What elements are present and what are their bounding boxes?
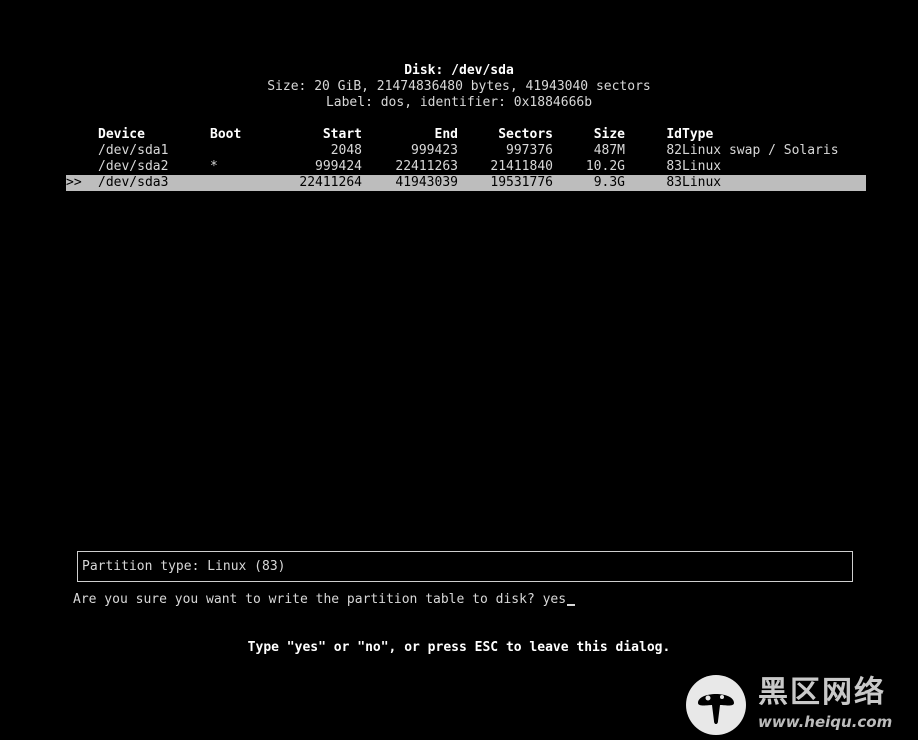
dialog-hint: Type "yes" or "no", or press ESC to leav… xyxy=(247,640,671,655)
write-confirmation-prompt: Are you sure you want to write the parti… xyxy=(73,592,576,608)
prompt-question: Are you sure you want to write the parti… xyxy=(73,592,543,607)
partition-row-sda3[interactable]: >> /dev/sda3 22411264 41943039 19531776 … xyxy=(66,175,866,191)
column-header-size: Size xyxy=(593,127,625,142)
partition-device: /dev/sda1 xyxy=(98,143,169,158)
partition-sectors: 997376 xyxy=(506,143,553,158)
watermark-url: www.heiqu.com xyxy=(758,713,893,731)
prompt-answer-input[interactable]: yes xyxy=(543,592,566,607)
row-selector: >> xyxy=(66,175,82,190)
partition-end: 999423 xyxy=(411,143,458,158)
partition-sectors: 21411840 xyxy=(490,159,553,174)
watermark: 黑区网络 www.heiqu.com xyxy=(686,675,912,735)
partition-boot-flag: * xyxy=(210,159,218,174)
partition-start: 999424 xyxy=(315,159,362,174)
partition-type: Linux xyxy=(682,159,722,174)
partition-row-sda2[interactable]: /dev/sda2 * 999424 22411263 21411840 10.… xyxy=(66,159,866,175)
watermark-title: 黑区网络 xyxy=(758,675,886,710)
partition-id: 83 xyxy=(666,175,682,190)
partition-size: 487M xyxy=(593,143,625,158)
partition-size: 9.3G xyxy=(593,175,625,190)
partition-id: 82 xyxy=(666,143,682,158)
partition-type-info: Partition type: Linux (83) xyxy=(82,559,286,574)
partition-start: 2048 xyxy=(330,143,362,158)
column-header-id: Id xyxy=(666,127,682,142)
column-header-sectors: Sectors xyxy=(498,127,553,142)
disk-label-info: Label: dos, identifier: 0x1884666b xyxy=(325,95,593,110)
table-header: Device Boot Start End Sectors Size Id Ty… xyxy=(66,127,866,143)
column-header-device: Device xyxy=(98,127,145,142)
partition-end: 22411263 xyxy=(395,159,458,174)
partition-id: 83 xyxy=(666,159,682,174)
partition-info-box: Partition type: Linux (83) xyxy=(77,551,853,582)
partition-type: Linux xyxy=(682,175,722,190)
column-header-start: Start xyxy=(322,127,362,142)
partition-type: Linux swap / Solaris xyxy=(682,143,839,158)
partition-row-sda1[interactable]: /dev/sda1 2048 999423 997376 487M 82 Lin… xyxy=(66,143,866,159)
column-header-boot: Boot xyxy=(210,127,242,142)
partition-size: 10.2G xyxy=(585,159,625,174)
mushroom-logo-icon xyxy=(686,675,746,735)
partition-device: /dev/sda2 xyxy=(98,159,169,174)
disk-size-info: Size: 20 GiB, 21474836480 bytes, 4194304… xyxy=(267,79,651,94)
text-cursor xyxy=(567,604,576,606)
column-header-end: End xyxy=(434,127,458,142)
partition-table: Device Boot Start End Sectors Size Id Ty… xyxy=(66,127,866,191)
partition-sectors: 19531776 xyxy=(490,175,553,190)
partition-start: 22411264 xyxy=(299,175,362,190)
partition-device: /dev/sda3 xyxy=(98,175,169,190)
disk-title: Disk: /dev/sda xyxy=(404,63,514,78)
partition-end: 41943039 xyxy=(395,175,458,190)
column-header-type: Type xyxy=(682,127,714,142)
